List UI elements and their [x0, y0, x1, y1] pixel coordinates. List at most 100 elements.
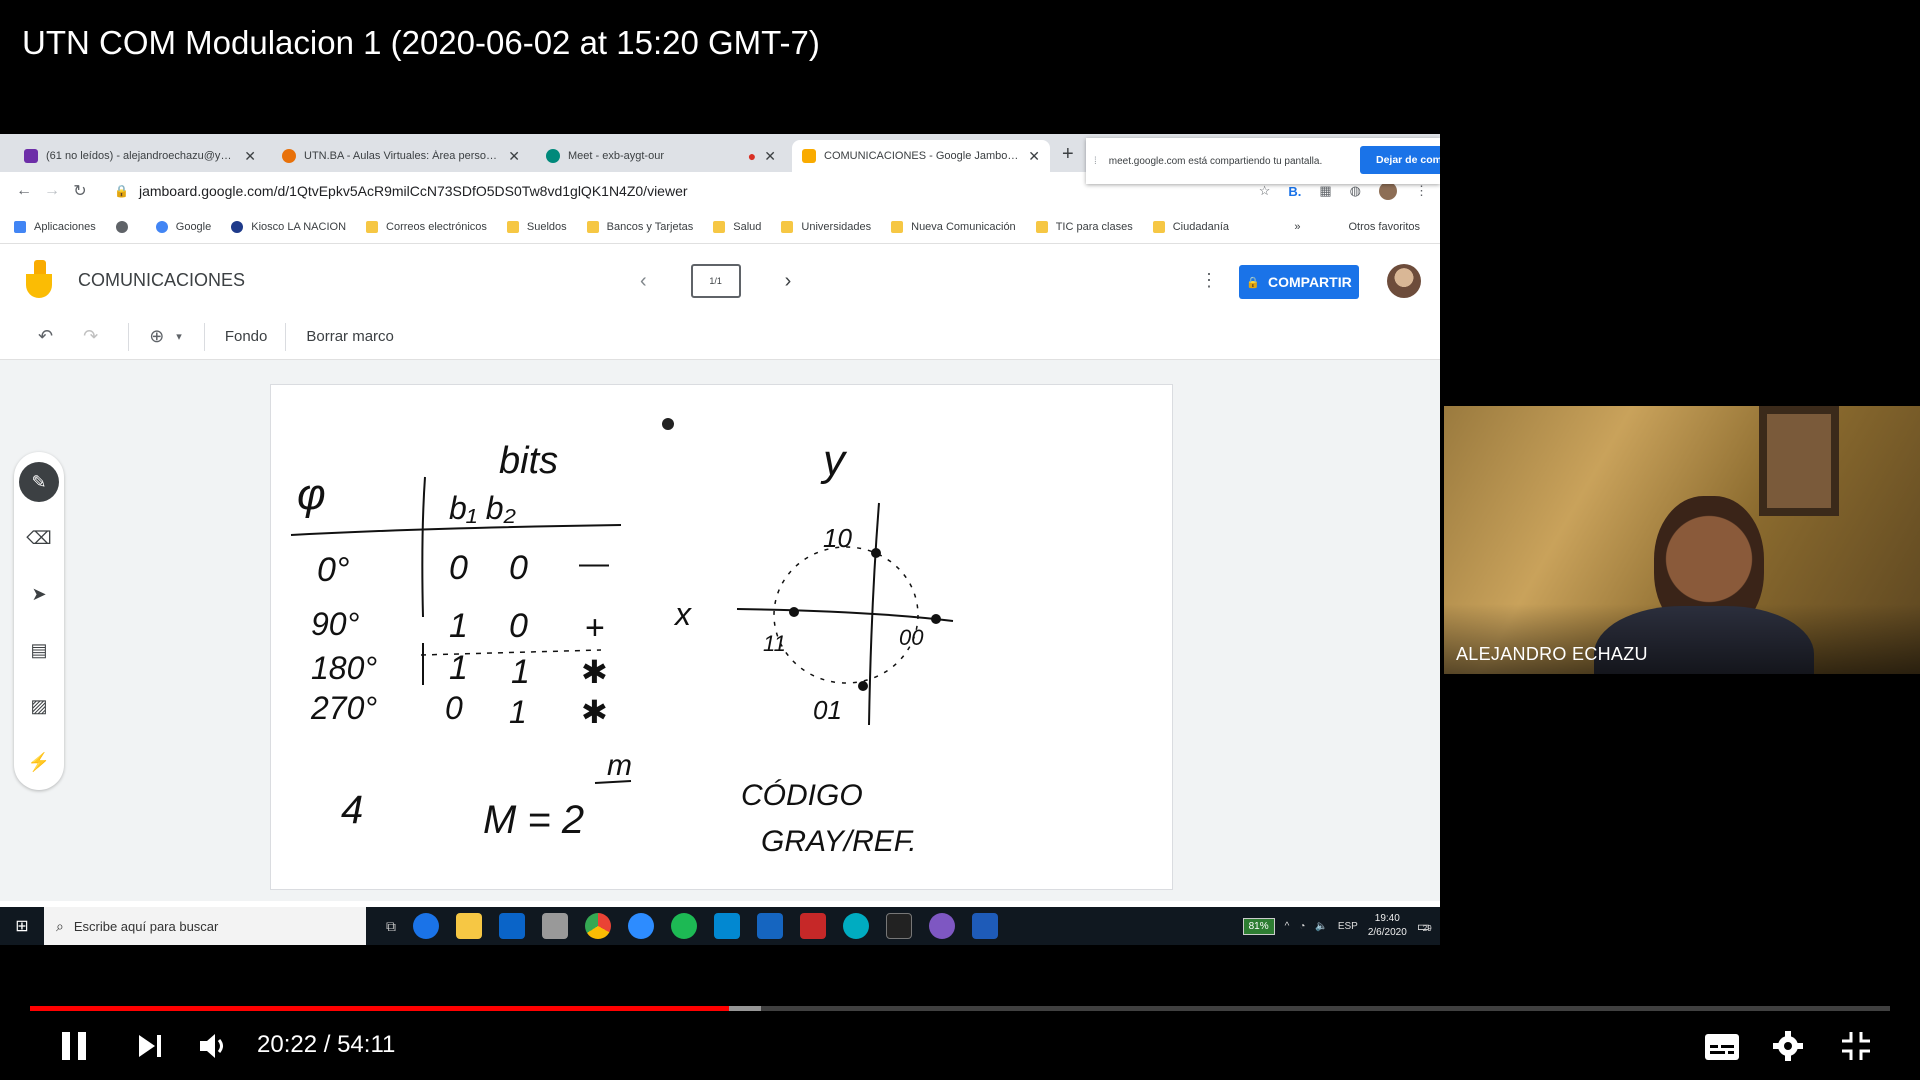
- redo-icon[interactable]: ↷: [83, 326, 98, 347]
- point-label-bottom: 01: [813, 695, 842, 725]
- url-field[interactable]: jamboard.google.com/d/1QtvEpkv5AcR9milCc…: [139, 183, 688, 199]
- laser-icon[interactable]: ⚡: [19, 742, 59, 782]
- video-player[interactable]: UTN COM Modulacion 1 (2020-06-02 at 15:2…: [0, 0, 1920, 1080]
- close-icon[interactable]: ✕: [508, 148, 520, 165]
- spotify-icon[interactable]: [671, 913, 697, 939]
- extension-grid-icon[interactable]: ▦: [1319, 183, 1331, 199]
- bookmark-folder[interactable]: Sueldos: [506, 220, 567, 233]
- new-tab-button[interactable]: +: [1062, 143, 1074, 166]
- forward-icon[interactable]: →: [38, 182, 66, 200]
- bookmark-folder[interactable]: Nueva Comunicación: [891, 220, 1016, 233]
- frame-thumbnail[interactable]: 1/1: [690, 264, 741, 298]
- browser-tab-meet[interactable]: Meet - exb-aygt-our ● ✕: [536, 140, 786, 172]
- bookmark-globe[interactable]: [115, 220, 136, 233]
- bookmark-folder[interactable]: Universidades: [781, 220, 871, 233]
- drag-handle-icon[interactable]: ⁞: [1094, 156, 1097, 167]
- windows-start-icon[interactable]: ⊞: [0, 916, 44, 936]
- browser-tab-jamboard[interactable]: COMUNICACIONES - Google Jamboard ✕: [792, 140, 1050, 172]
- chevron-right-icon[interactable]: ›: [785, 270, 792, 293]
- back-icon[interactable]: ←: [10, 182, 38, 200]
- extension-circle-icon[interactable]: ◍: [1350, 183, 1361, 199]
- document-title[interactable]: COMUNICACIONES: [78, 270, 245, 291]
- eraser-icon[interactable]: ⌫: [19, 518, 59, 558]
- zoom-icon[interactable]: ⊕: [149, 326, 164, 347]
- stop-sharing-button[interactable]: Dejar de compartir: [1360, 146, 1440, 174]
- edge-icon[interactable]: [413, 913, 439, 939]
- close-icon[interactable]: ✕: [244, 148, 256, 165]
- jamboard-logo-icon[interactable]: [26, 260, 52, 298]
- app-icon[interactable]: [542, 913, 568, 939]
- bookmark-folder[interactable]: Bancos y Tarjetas: [586, 220, 693, 233]
- other-bookmarks[interactable]: Otros favoritos: [1348, 221, 1420, 233]
- row-b2: 0: [509, 549, 528, 587]
- next-button[interactable]: [134, 1030, 166, 1062]
- taskbar-search[interactable]: ⌕ Escribe aquí para buscar: [44, 907, 366, 945]
- close-icon[interactable]: ✕: [1028, 148, 1040, 165]
- close-icon[interactable]: ✕: [764, 148, 776, 165]
- bookmarks-bar: Aplicaciones Google Kiosco LA NACION Cor…: [0, 210, 1440, 244]
- file-explorer-icon[interactable]: [456, 913, 482, 939]
- bookmark-folder[interactable]: TIC para clases: [1035, 220, 1133, 233]
- lock-icon[interactable]: 🔒: [114, 184, 129, 198]
- chrome-icon[interactable]: [585, 913, 611, 939]
- volume-button[interactable]: [196, 1030, 230, 1062]
- bookmark-folder[interactable]: Correos electrónicos: [366, 220, 487, 233]
- paint-icon[interactable]: [929, 913, 955, 939]
- gear-icon: [1773, 1031, 1803, 1061]
- more-vert-icon[interactable]: ⋮: [1200, 270, 1218, 291]
- battery-indicator[interactable]: 81%: [1242, 917, 1275, 935]
- more-vert-icon[interactable]: ⋮: [1415, 183, 1428, 199]
- zoom-dropdown-icon[interactable]: ▾: [176, 330, 182, 343]
- bookmark-apps[interactable]: Aplicaciones: [14, 220, 96, 233]
- undo-icon[interactable]: ↶: [38, 326, 53, 347]
- account-avatar[interactable]: [1387, 264, 1421, 298]
- filezilla-icon[interactable]: [800, 913, 826, 939]
- pen-tool-icon[interactable]: ✎: [19, 462, 59, 502]
- bookmark-folder[interactable]: Salud: [713, 220, 761, 233]
- whatsapp-icon[interactable]: [843, 913, 869, 939]
- language-indicator[interactable]: ESP: [1338, 921, 1358, 932]
- bookmark-label: Correos electrónicos: [386, 220, 487, 233]
- word-icon[interactable]: [972, 913, 998, 939]
- mail-icon[interactable]: [757, 913, 783, 939]
- bookmark-folder[interactable]: Ciudadanía: [1152, 220, 1229, 233]
- chevron-up-icon[interactable]: ^: [1285, 921, 1290, 932]
- jamboard-header: COMUNICACIONES ‹ 1/1 › ⋮ 🔒 COMPARTIR: [0, 244, 1440, 314]
- extension-b-icon[interactable]: B.: [1288, 184, 1301, 199]
- volume-icon[interactable]: 🔈: [1315, 921, 1327, 932]
- row-b1: 1: [449, 649, 468, 687]
- lanacion-icon: [231, 220, 244, 233]
- clear-frame-button[interactable]: Borrar marco: [306, 328, 394, 345]
- progress-bar[interactable]: [30, 1006, 1890, 1011]
- image-icon[interactable]: ▨: [19, 686, 59, 726]
- network-icon[interactable]: ◔: [1299, 921, 1305, 932]
- background-button[interactable]: Fondo: [225, 328, 268, 345]
- taskbar-clock[interactable]: 19:40 2/6/2020: [1368, 912, 1407, 940]
- header-b1b2: b₁ b₂: [449, 490, 516, 526]
- task-view-icon[interactable]: ⧉: [386, 918, 396, 935]
- subtitles-button[interactable]: [1702, 1030, 1742, 1064]
- browser-tab-utn[interactable]: UTN.BA - Aulas Virtuales: Área personal …: [272, 140, 530, 172]
- outlook-icon[interactable]: [499, 913, 525, 939]
- folder-icon: [891, 220, 904, 233]
- bookmark-kiosco[interactable]: Kiosco LA NACION: [231, 220, 346, 233]
- whiteboard-frame[interactable]: bits φ b₁ b₂ 0° 0 0 — 90° 1 0 + 180° 1 1…: [270, 384, 1173, 890]
- app-l-icon[interactable]: [714, 913, 740, 939]
- browser-tab-mail[interactable]: (61 no leídos) - alejandroechazu@yahoo ✕: [14, 140, 266, 172]
- zoom-icon[interactable]: [628, 913, 654, 939]
- sticky-note-icon[interactable]: ▤: [19, 630, 59, 670]
- cursor-dot: [662, 418, 674, 430]
- exit-fullscreen-button[interactable]: [1838, 1028, 1874, 1064]
- bookmarks-more-button[interactable]: »: [1294, 221, 1300, 233]
- notification-icon[interactable]: ▭ 29: [1417, 918, 1432, 935]
- reload-icon[interactable]: ↻: [66, 181, 94, 201]
- bookmark-google[interactable]: Google: [155, 220, 211, 233]
- settings-button[interactable]: [1770, 1028, 1806, 1064]
- profile-avatar[interactable]: [1379, 182, 1397, 200]
- pause-button[interactable]: [56, 1028, 92, 1064]
- share-button[interactable]: 🔒 COMPARTIR: [1239, 265, 1359, 299]
- select-arrow-icon[interactable]: ➤: [19, 574, 59, 614]
- chevron-left-icon[interactable]: ‹: [640, 270, 647, 293]
- terminal-icon[interactable]: [886, 913, 912, 939]
- star-icon[interactable]: ☆: [1259, 183, 1271, 199]
